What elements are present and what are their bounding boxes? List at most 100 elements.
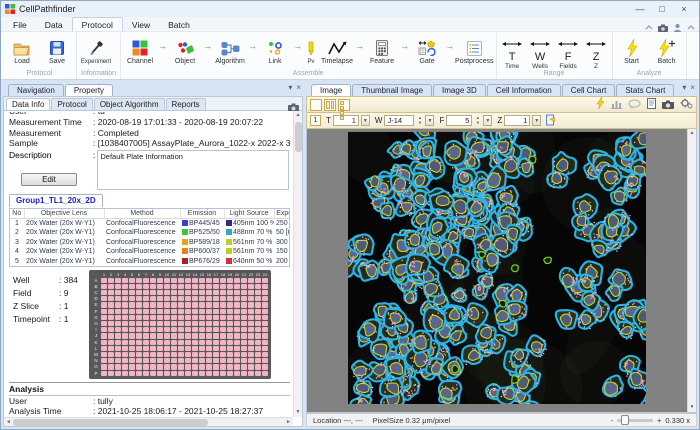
plate-well[interactable] [255, 351, 261, 358]
plate-well[interactable] [255, 345, 261, 351]
lasso-icon[interactable] [628, 96, 641, 114]
plate-well[interactable] [129, 345, 135, 351]
plate-well[interactable] [213, 327, 219, 333]
plate-well[interactable] [101, 290, 107, 296]
plate-well[interactable] [248, 321, 254, 327]
plate-well[interactable] [227, 277, 233, 283]
plate-well[interactable] [136, 370, 142, 376]
plate-well[interactable] [185, 302, 191, 308]
plate-well[interactable] [220, 302, 226, 308]
plate-well[interactable] [206, 339, 212, 345]
plate-well[interactable] [157, 314, 163, 320]
plate-well[interactable] [101, 339, 107, 345]
plate-well[interactable] [122, 333, 128, 339]
plate-well[interactable] [150, 308, 156, 314]
group-tab[interactable]: Group1_TL1_20x_2D [9, 193, 103, 207]
plate-well[interactable] [192, 296, 198, 302]
plate-well[interactable] [164, 308, 170, 314]
plate-well[interactable] [255, 364, 261, 370]
plate-well[interactable] [164, 358, 170, 364]
minimize-button[interactable]: — [629, 3, 651, 16]
plate-well[interactable] [157, 283, 163, 290]
plate-well[interactable] [108, 370, 114, 376]
plate-well[interactable] [248, 314, 254, 320]
plate-well[interactable] [199, 314, 205, 320]
range-z-button[interactable]: Z Z [583, 34, 610, 70]
algorithm-button[interactable]: Algorithm [213, 38, 247, 65]
plate-well[interactable] [206, 302, 212, 308]
plate-well[interactable] [101, 358, 107, 364]
plate-well[interactable] [262, 358, 268, 364]
plate-well[interactable] [220, 321, 226, 327]
plate-well[interactable] [122, 314, 128, 320]
plate-well[interactable] [234, 302, 240, 308]
plate-well[interactable] [262, 333, 268, 339]
plate-well[interactable] [178, 364, 184, 370]
menu-tab-batch[interactable]: Batch [159, 18, 199, 31]
plate-well[interactable] [206, 345, 212, 351]
plate-well[interactable] [185, 333, 191, 339]
plate-well[interactable] [248, 339, 254, 345]
plate-well[interactable] [136, 277, 142, 283]
plate-well[interactable] [248, 364, 254, 370]
plate-well[interactable] [227, 327, 233, 333]
plate-well[interactable] [227, 345, 233, 351]
subtab-object-algorithm[interactable]: Object Algorithm [93, 98, 165, 110]
plate-well[interactable] [136, 339, 142, 345]
plate-well[interactable] [122, 370, 128, 376]
plate-well[interactable] [192, 290, 198, 296]
plate-well[interactable] [136, 364, 142, 370]
plate-well[interactable] [185, 358, 191, 364]
tab-cell-chart[interactable]: Cell Chart [561, 84, 616, 96]
plate-well[interactable] [164, 290, 170, 296]
plate-well[interactable] [199, 358, 205, 364]
plate-well[interactable] [129, 370, 135, 376]
tab-image[interactable]: Image [311, 84, 352, 96]
plate-well[interactable] [213, 290, 219, 296]
plate-well[interactable] [185, 351, 191, 358]
subtab-data-info[interactable]: Data Info [6, 98, 51, 110]
plate-well[interactable] [248, 345, 254, 351]
plate-well[interactable] [220, 314, 226, 320]
plate-well[interactable] [171, 333, 177, 339]
plate-well[interactable] [178, 333, 184, 339]
plate-well[interactable] [136, 302, 142, 308]
plate-well[interactable] [213, 283, 219, 290]
tab-property[interactable]: Property [64, 84, 114, 96]
plate-well[interactable] [171, 302, 177, 308]
plate-well[interactable] [262, 370, 268, 376]
plate-well[interactable] [108, 283, 114, 290]
plate-well[interactable] [122, 290, 128, 296]
plate-well[interactable] [164, 370, 170, 376]
plate-well[interactable] [255, 339, 261, 345]
range-fields-button[interactable]: F Fields [555, 34, 582, 70]
plate-well[interactable] [129, 333, 135, 339]
plate-well[interactable] [227, 290, 233, 296]
plate-well[interactable] [213, 277, 219, 283]
plate-well[interactable] [262, 351, 268, 358]
plate-well[interactable] [150, 345, 156, 351]
plate-well[interactable] [122, 351, 128, 358]
plate-well[interactable] [234, 364, 240, 370]
plate-well[interactable] [164, 296, 170, 302]
plate-well[interactable] [206, 370, 212, 376]
z-dropdown-icon[interactable]: ▼ [532, 115, 542, 126]
table-row[interactable]: 5 20x Water (20x W-Y1) ConfocalFluorescenc… [10, 257, 289, 266]
plate-well[interactable] [101, 296, 107, 302]
plate-well[interactable] [129, 358, 135, 364]
plate-well[interactable] [115, 302, 121, 308]
plate-well[interactable] [255, 277, 261, 283]
plate-well[interactable] [129, 327, 135, 333]
plate-well[interactable] [171, 314, 177, 320]
plate-well[interactable] [192, 364, 198, 370]
plate-well[interactable] [115, 327, 121, 333]
plate-well[interactable] [213, 370, 219, 376]
plate-well[interactable] [192, 370, 198, 376]
plate-well[interactable] [185, 345, 191, 351]
plate-well[interactable] [115, 296, 121, 302]
plate-well[interactable] [129, 308, 135, 314]
plate-well[interactable] [192, 321, 198, 327]
tab-cell-information[interactable]: Cell Information [486, 84, 561, 96]
tab-navigation[interactable]: Navigation [8, 84, 64, 96]
plate-well[interactable] [171, 358, 177, 364]
